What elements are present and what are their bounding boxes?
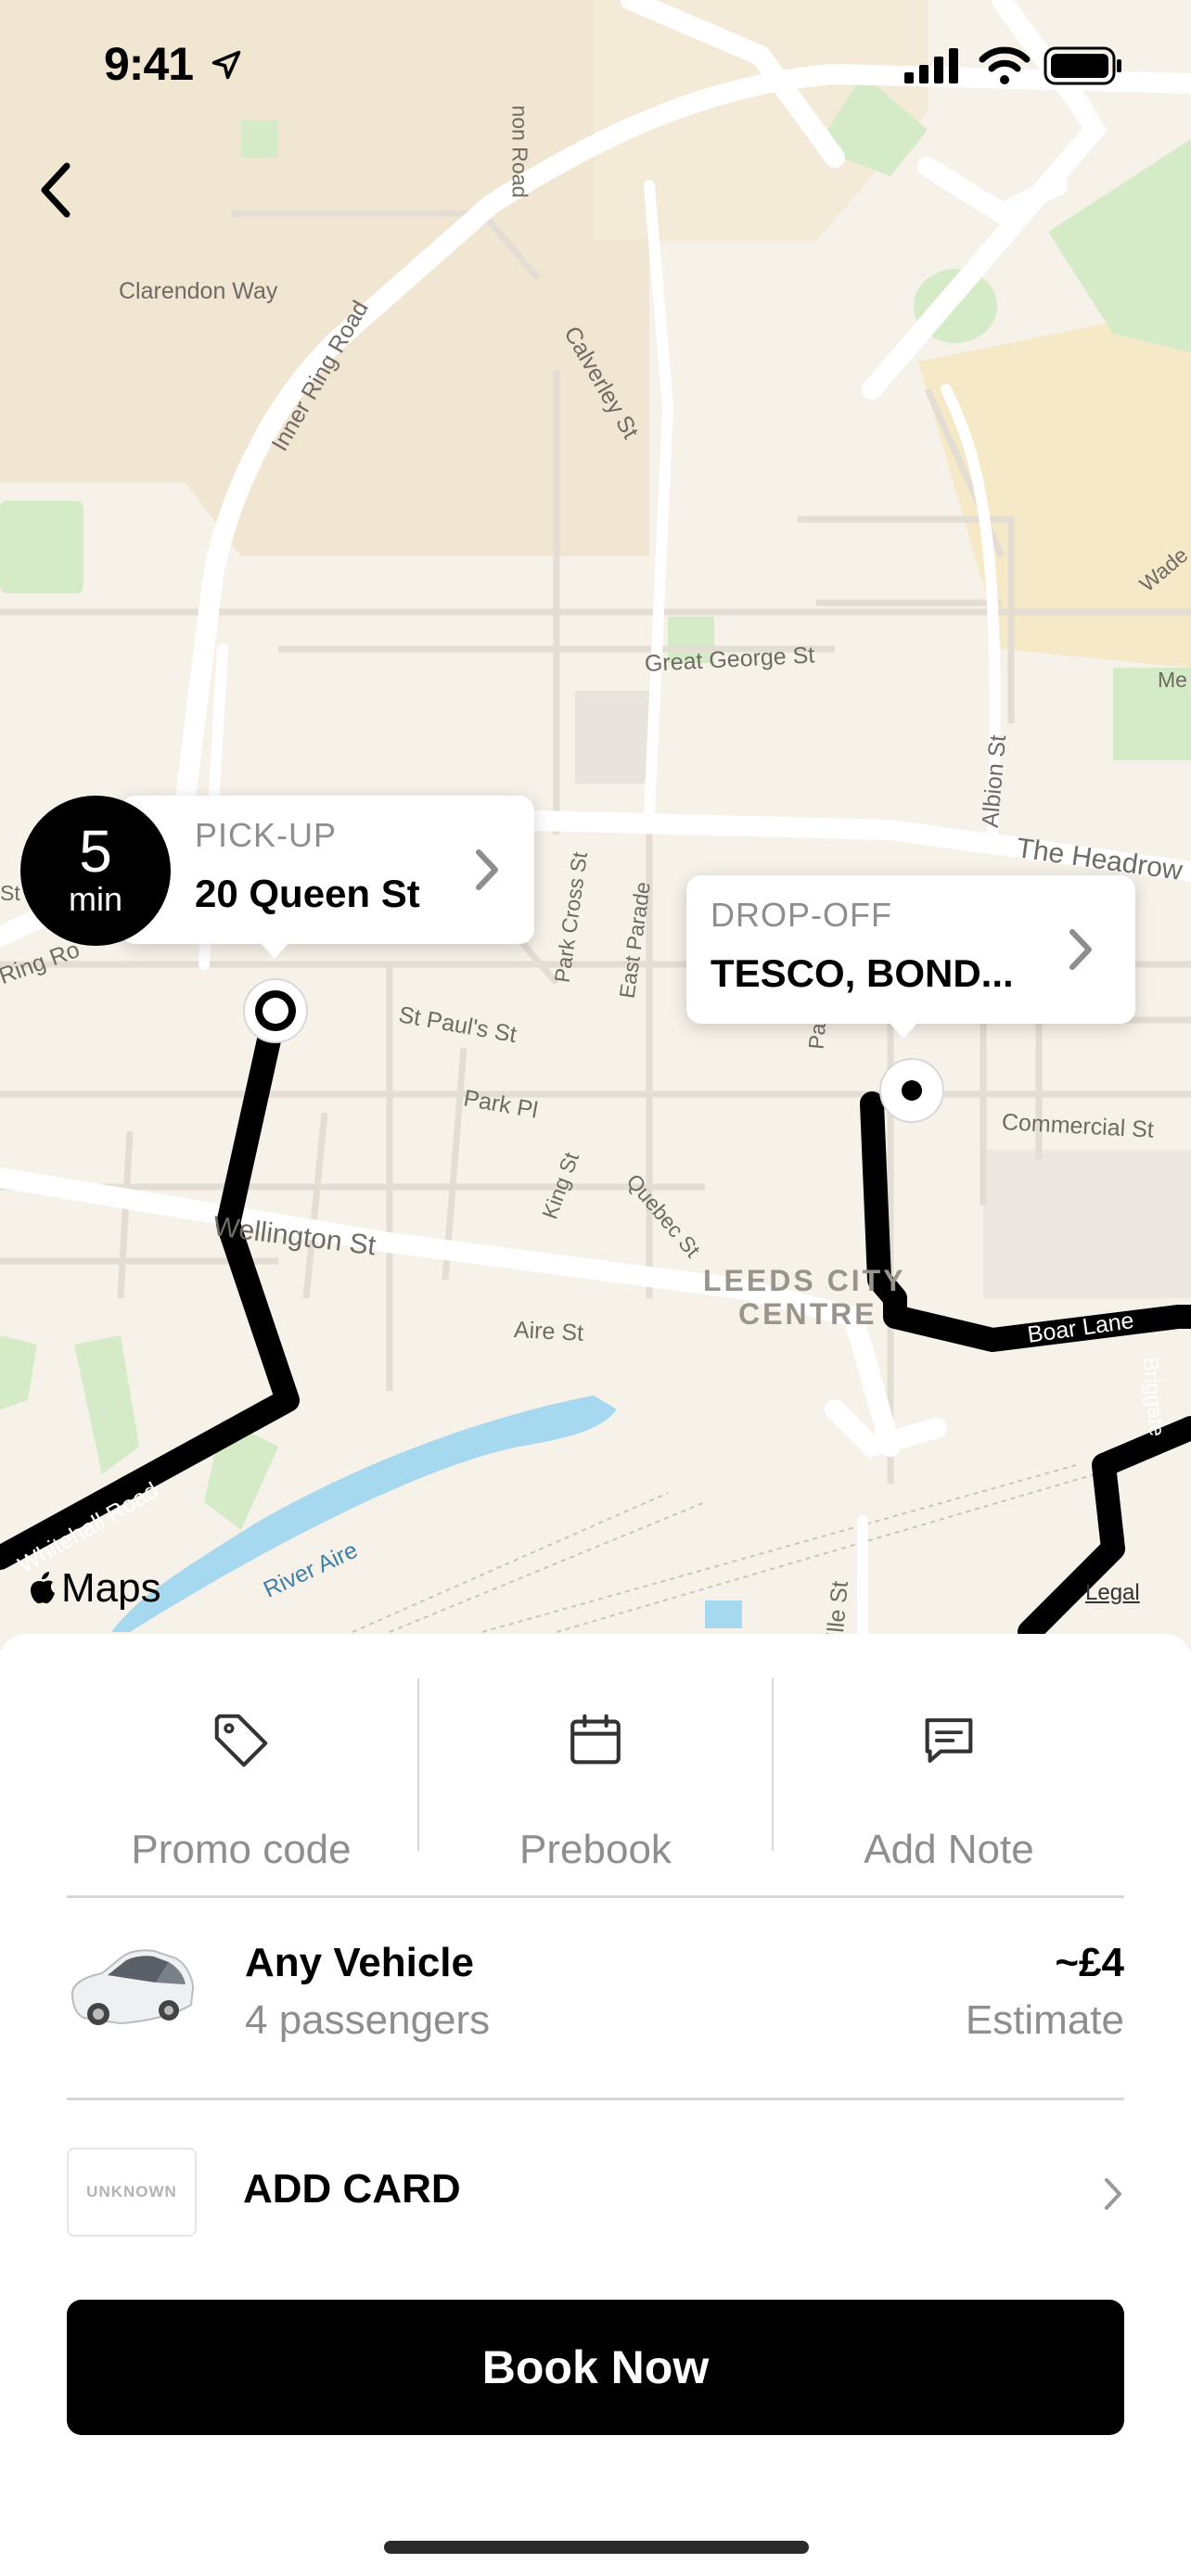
back-button[interactable]	[28, 158, 83, 223]
add-card-label: ADD CARD	[243, 2166, 461, 2212]
legal-link[interactable]: Legal	[1085, 1580, 1140, 1606]
prebook-label: Prebook	[519, 1827, 672, 1872]
map-label-centre: CENTRE	[738, 1297, 877, 1331]
chevron-right-icon	[1105, 2178, 1121, 2210]
vehicle-name: Any Vehicle	[245, 1940, 475, 1985]
eta-badge: 5 min	[20, 796, 171, 946]
eta-value: 5	[79, 818, 112, 885]
vehicle-price: ~£4	[1055, 1940, 1124, 1985]
book-now-button[interactable]: Book Now	[67, 2300, 1124, 2435]
pickup-address: 20 Queen St	[195, 872, 420, 915]
promo-code-label: Promo code	[131, 1827, 352, 1872]
car-image	[70, 1949, 195, 2025]
pickup-callout-tail	[260, 942, 289, 959]
prebook-button[interactable]: Prebook	[419, 1680, 772, 1872]
map-view[interactable]: Clarendon Way Inner Ring Road Calverley …	[0, 0, 1191, 1651]
chevron-right-icon	[476, 849, 498, 890]
map-label-non-road: non Road	[507, 105, 532, 198]
chevron-right-icon	[1069, 929, 1092, 970]
vehicle-passengers: 4 passengers	[245, 1997, 491, 2043]
battery-icon	[1044, 46, 1121, 85]
home-indicator[interactable]	[384, 2541, 809, 2554]
booking-sheet: Promo code Prebook Add Note Any Vehicle …	[0, 1634, 1191, 2576]
map-label-leeds-city: LEEDS CITY	[703, 1264, 906, 1297]
wifi-icon	[979, 46, 1031, 84]
vehicle-price-note: Estimate	[965, 1997, 1124, 2043]
map-label-aire-st: Aire St	[513, 1317, 584, 1346]
apple-logo-icon	[31, 1572, 55, 1604]
map-label-me: Me	[1158, 668, 1187, 692]
pickup-kicker: PICK-UP	[195, 816, 338, 854]
divider	[67, 2098, 1124, 2100]
maps-brand-text: Maps	[61, 1565, 161, 1611]
dropoff-address: TESCO, BOND...	[711, 951, 1014, 995]
add-note-button[interactable]: Add Note	[773, 1680, 1125, 1872]
calendar-icon	[570, 1714, 621, 1765]
dropoff-callout-tail	[889, 1022, 918, 1039]
add-card-row[interactable]: UNKNOWN ADD CARD	[67, 2140, 1124, 2251]
message-icon	[925, 1718, 973, 1763]
vehicle-option[interactable]: Any Vehicle 4 passengers ~£4 Estimate	[67, 1912, 1124, 2060]
cellular-signal-icon	[904, 48, 958, 83]
map-label-clarendon-way: Clarendon Way	[119, 278, 278, 304]
promo-code-button[interactable]: Promo code	[65, 1680, 417, 1872]
tag-icon	[214, 1714, 268, 1767]
add-note-label: Add Note	[864, 1827, 1034, 1872]
status-time: 9:41	[104, 38, 194, 90]
chevron-left-icon	[41, 162, 70, 218]
apple-maps-logo: Maps	[28, 1565, 161, 1612]
dropoff-kicker: DROP-OFF	[711, 896, 892, 934]
eta-unit: min	[68, 880, 122, 918]
map-label-st-fragment: St	[0, 881, 20, 905]
location-arrow-icon	[211, 50, 241, 80]
pickup-callout[interactable]: PICK-UP 20 Queen St	[121, 796, 534, 959]
dropoff-callout[interactable]: DROP-OFF TESCO, BOND...	[686, 875, 1135, 1039]
divider	[67, 1895, 1124, 1898]
card-brand-badge: UNKNOWN	[67, 2148, 197, 2237]
